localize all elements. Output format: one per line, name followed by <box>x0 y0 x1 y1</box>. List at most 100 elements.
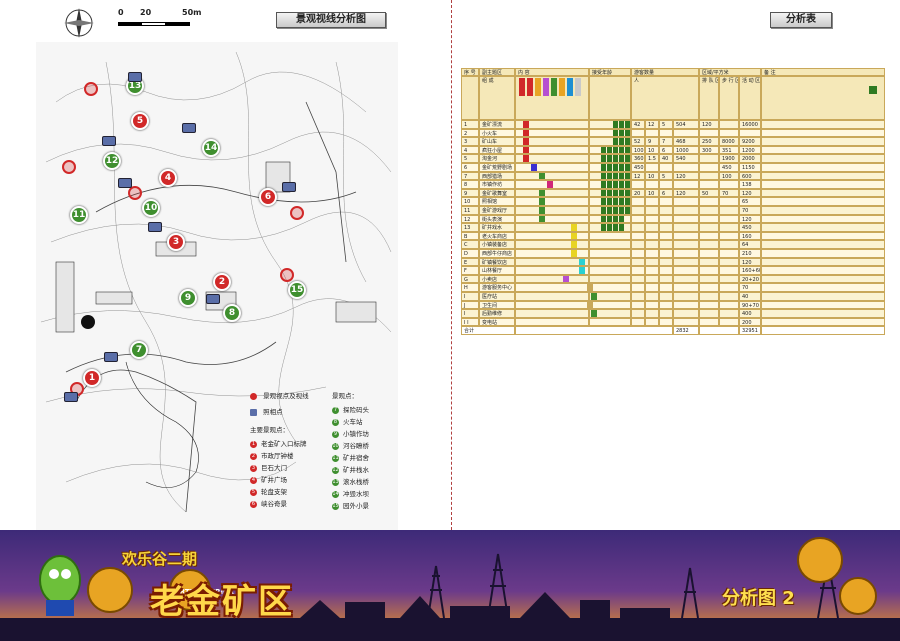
table-cell: 138 <box>739 180 761 189</box>
content-mark <box>539 189 545 197</box>
color-swatch <box>575 78 581 96</box>
table-header: 组 成 <box>479 76 515 120</box>
age-mark <box>601 207 606 214</box>
table-row-number: 2 <box>461 128 479 138</box>
table-header: 人 <box>631 76 699 120</box>
table-row-content <box>515 257 589 267</box>
content-mark <box>591 293 597 300</box>
red-marker-icon: 3 <box>250 464 257 472</box>
table-row-age <box>589 257 631 267</box>
table-cell <box>673 292 699 301</box>
table-cell: 100 <box>719 171 739 181</box>
age-mark <box>607 181 612 188</box>
age-mark <box>619 189 624 197</box>
age-mark <box>607 155 612 162</box>
table-row-name: 淘金河 <box>479 154 515 163</box>
content-mark <box>579 258 585 266</box>
age-mark <box>619 181 624 188</box>
table-cell <box>631 300 645 310</box>
table-row-number: 4 <box>461 145 479 155</box>
table-cell: 70 <box>739 283 761 292</box>
table-cell <box>673 274 699 284</box>
green-marker-icon: 13 <box>332 478 339 486</box>
age-mark <box>625 164 630 171</box>
table-cell: 10 <box>645 145 659 155</box>
age-mark <box>613 207 618 214</box>
color-swatch <box>527 78 533 96</box>
age-mark <box>625 198 630 205</box>
table-cell: 5 <box>659 171 673 181</box>
legend-green-label: 矿井宿舍 <box>343 454 369 462</box>
green-marker: 10 <box>142 199 160 217</box>
legend-green-item: 15 园外小景 <box>332 500 369 510</box>
table-cell <box>645 214 659 224</box>
table-cell <box>719 292 739 301</box>
age-mark <box>625 181 630 188</box>
table-row-number: 3 <box>461 137 479 146</box>
table-cell <box>645 206 659 215</box>
sightline-icon <box>280 268 294 282</box>
green-marker: 7 <box>130 341 148 359</box>
table-cell <box>699 274 719 284</box>
table-row-content <box>515 292 589 301</box>
table-row-note <box>761 163 885 172</box>
table-cell <box>631 214 645 224</box>
table-cell: 504 <box>673 120 699 129</box>
legend-red-item: 5 轮盘支架 <box>250 486 287 496</box>
table-cell: 120 <box>739 214 761 224</box>
table-cell: 70 <box>739 206 761 215</box>
scale-tick-50: 50m <box>182 8 202 17</box>
age-mark <box>619 164 624 171</box>
table-row-name: 老火车商店 <box>479 231 515 241</box>
age-mark <box>619 155 624 162</box>
red-marker: 2 <box>213 273 231 291</box>
table-header <box>761 76 885 120</box>
table-row-content <box>515 300 589 310</box>
table-cell <box>719 120 739 129</box>
table-cell: 1200 <box>739 145 761 155</box>
table-row-number: 1 <box>461 120 479 129</box>
red-marker-icon: 6 <box>250 500 257 508</box>
table-row-name: 疯狂小屋 <box>479 145 515 155</box>
table-row-content <box>515 214 589 224</box>
table-row-number: 7 <box>461 171 479 181</box>
table-cell <box>739 128 761 138</box>
color-swatch <box>519 78 525 96</box>
table-header: 内 容 <box>515 68 589 76</box>
age-mark <box>613 146 618 154</box>
table-cell <box>631 309 645 318</box>
age-mark <box>613 155 618 162</box>
table-cell <box>659 249 673 258</box>
table-cell: 6 <box>659 145 673 155</box>
table-cell <box>719 309 739 318</box>
color-swatch <box>567 78 573 96</box>
age-mark <box>607 224 612 231</box>
age-mark <box>607 146 612 154</box>
red-marker: 5 <box>131 112 149 130</box>
table-cell: 1150 <box>739 163 761 172</box>
table-row-content <box>515 240 589 249</box>
color-swatch <box>535 78 541 96</box>
table-cell <box>659 283 673 292</box>
table-cell: 40 <box>659 154 673 163</box>
table-row-note <box>761 214 885 224</box>
content-mark <box>523 121 529 128</box>
table-cell <box>699 240 719 249</box>
content-mark <box>539 207 545 214</box>
table-cell: 360 <box>631 154 645 163</box>
table-cell <box>631 283 645 292</box>
green-marker-icon: 12 <box>332 466 339 474</box>
table-row-name: 矿镇餐饮店 <box>479 257 515 267</box>
table-row-name: 卫生间 <box>479 300 515 310</box>
table-cell <box>699 223 719 232</box>
table-cell <box>719 231 739 241</box>
table-cell: 300 <box>699 145 719 155</box>
age-mark <box>607 172 612 180</box>
table-row-name: 金矿漂流 <box>479 120 515 129</box>
color-swatch <box>551 78 557 96</box>
age-mark <box>601 181 606 188</box>
table-row-content <box>515 188 589 198</box>
legend-green-label: 河谷瞭桥 <box>343 442 369 450</box>
table-cell: 2000 <box>739 154 761 163</box>
green-marker-icon: 9 <box>332 430 339 438</box>
